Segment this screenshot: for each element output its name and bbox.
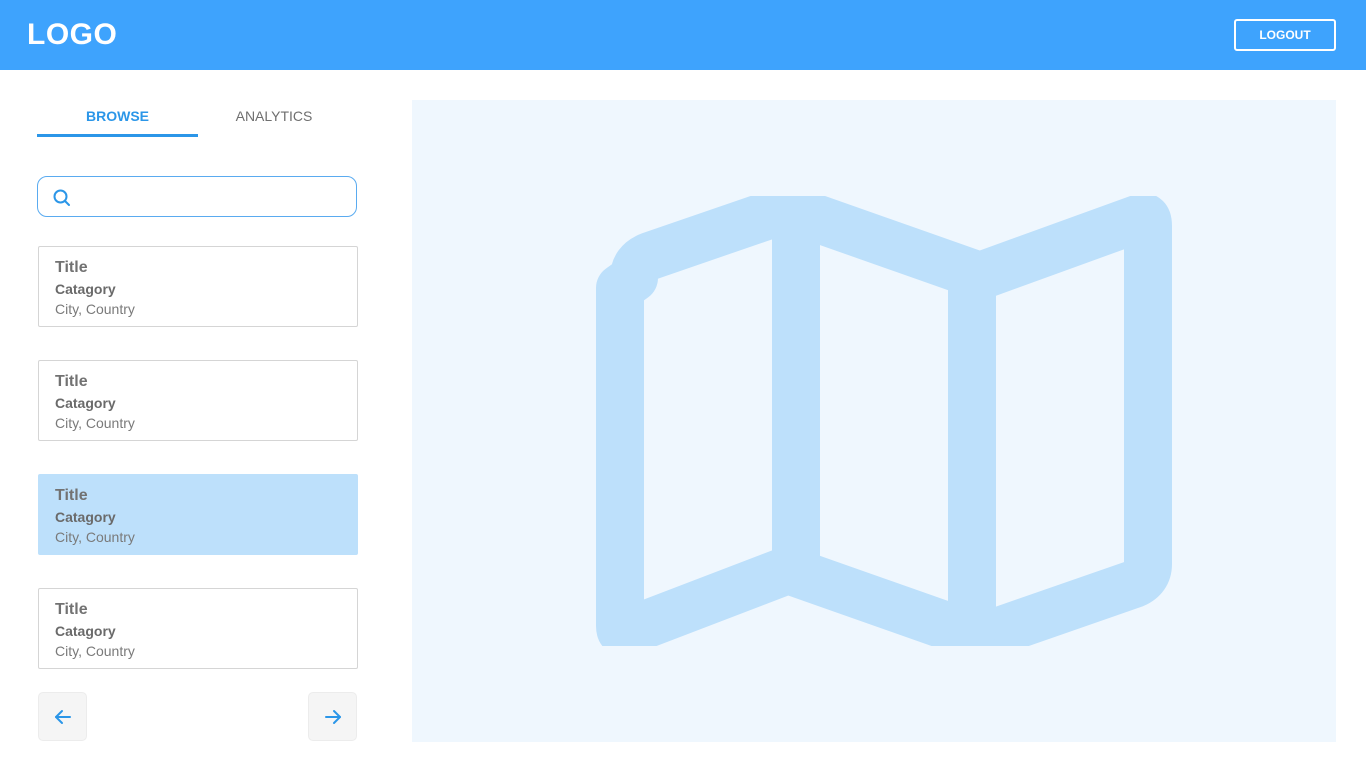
item-title: Title xyxy=(55,373,88,390)
item-location: City, Country xyxy=(55,529,135,545)
arrow-right-icon xyxy=(324,709,341,724)
tab-browse[interactable]: BROWSE xyxy=(37,100,198,137)
tab-bar: BROWSE ANALYTICS xyxy=(37,100,357,137)
item-title: Title xyxy=(55,259,88,276)
app-header: LOGO LOGOUT xyxy=(0,0,1366,70)
tab-analytics[interactable]: ANALYTICS xyxy=(198,100,350,137)
search-input[interactable] xyxy=(82,185,346,209)
logout-button[interactable]: LOGOUT xyxy=(1234,19,1336,51)
item-title: Title xyxy=(55,601,88,618)
item-location: City, Country xyxy=(55,643,135,659)
list-item[interactable]: Title Catagory City, Country xyxy=(38,588,358,669)
item-title: Title xyxy=(55,487,88,504)
item-category: Catagory xyxy=(55,623,116,639)
list-item[interactable]: Title Catagory City, Country xyxy=(38,360,358,441)
search-icon[interactable] xyxy=(52,188,72,208)
list-item[interactable]: Title Catagory City, Country xyxy=(38,246,358,327)
map-panel[interactable] xyxy=(412,100,1336,742)
logo: LOGO xyxy=(27,18,118,51)
arrow-left-icon xyxy=(54,709,71,724)
map-icon xyxy=(596,196,1172,646)
prev-page-button[interactable] xyxy=(38,692,87,741)
search-field xyxy=(37,176,357,217)
item-location: City, Country xyxy=(55,415,135,431)
item-location: City, Country xyxy=(55,301,135,317)
list-item-selected[interactable]: Title Catagory City, Country xyxy=(38,474,358,555)
item-category: Catagory xyxy=(55,509,116,525)
item-category: Catagory xyxy=(55,281,116,297)
item-category: Catagory xyxy=(55,395,116,411)
next-page-button[interactable] xyxy=(308,692,357,741)
